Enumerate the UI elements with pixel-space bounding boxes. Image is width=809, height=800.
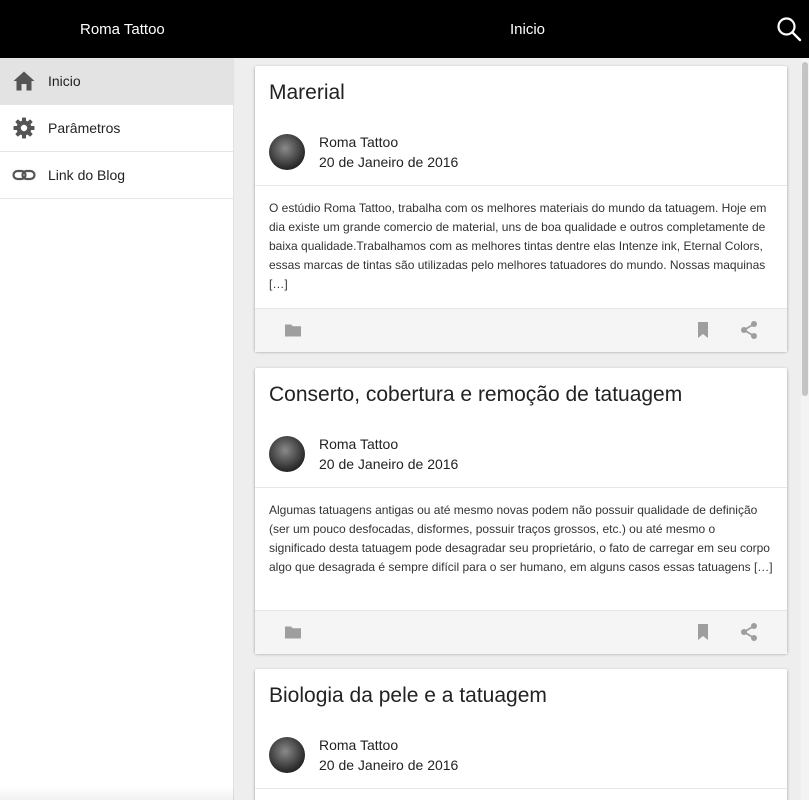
link-icon xyxy=(12,163,36,187)
card-actions xyxy=(255,308,787,352)
folder-icon[interactable] xyxy=(284,623,302,641)
post-author: Roma Tattoo xyxy=(319,737,399,753)
post-list: Marerial Roma Tattoo 20 de Janeiro de 20… xyxy=(234,58,809,800)
sidebar-item-inicio[interactable]: Inicio xyxy=(0,58,233,105)
share-icon[interactable] xyxy=(739,320,759,340)
share-icon[interactable] xyxy=(739,622,759,642)
sidebar-item-parametros[interactable]: Parâmetros xyxy=(0,105,233,152)
post-title[interactable]: Conserto, cobertura e remoção de tatuage… xyxy=(269,382,682,408)
post-date: 20 de Janeiro de 2016 xyxy=(319,456,459,472)
post-date: 20 de Janeiro de 2016 xyxy=(319,757,459,773)
bookmark-icon[interactable] xyxy=(695,623,711,641)
card-divider xyxy=(255,185,787,186)
bookmark-icon[interactable] xyxy=(695,321,711,339)
sidebar-item-label: Link do Blog xyxy=(48,167,126,183)
sidebar-shadow xyxy=(0,786,234,800)
search-button[interactable] xyxy=(775,15,803,43)
post-date: 20 de Janeiro de 2016 xyxy=(319,154,459,170)
post-card[interactable]: Marerial Roma Tattoo 20 de Janeiro de 20… xyxy=(255,66,787,352)
card-divider xyxy=(255,487,787,488)
author-avatar xyxy=(269,737,305,773)
post-card[interactable]: Biologia da pele e a tatuagem Roma Tatto… xyxy=(255,669,787,800)
sidebar-nav: Inicio Parâmetros Link do Blog xyxy=(0,58,234,800)
post-title[interactable]: Biologia da pele e a tatuagem xyxy=(269,683,547,709)
sidebar-item-label: Parâmetros xyxy=(48,120,121,136)
app-title: Roma Tattoo xyxy=(80,21,165,38)
post-author: Roma Tattoo xyxy=(319,134,399,150)
sidebar-item-label: Inicio xyxy=(48,73,81,89)
author-avatar xyxy=(269,134,305,170)
page-title: Inicio xyxy=(510,21,546,38)
scrollbar-thumb[interactable] xyxy=(802,62,808,396)
post-title[interactable]: Marerial xyxy=(269,80,345,106)
sidebar-item-link-do-blog[interactable]: Link do Blog xyxy=(0,152,233,199)
card-divider xyxy=(255,788,787,789)
search-icon xyxy=(777,17,802,42)
top-app-bar: Roma Tattoo Inicio xyxy=(0,0,809,58)
home-icon xyxy=(12,69,36,93)
post-author: Roma Tattoo xyxy=(319,436,399,452)
card-actions xyxy=(255,610,787,654)
post-card[interactable]: Conserto, cobertura e remoção de tatuage… xyxy=(255,368,787,654)
scrollbar[interactable] xyxy=(801,58,809,800)
post-excerpt: O estúdio Roma Tattoo, trabalha com os m… xyxy=(269,201,767,291)
folder-icon[interactable] xyxy=(284,321,302,339)
gear-icon xyxy=(12,116,36,140)
author-avatar xyxy=(269,436,305,472)
post-excerpt: Algumas tatuagens antigas ou até mesmo n… xyxy=(269,503,773,574)
